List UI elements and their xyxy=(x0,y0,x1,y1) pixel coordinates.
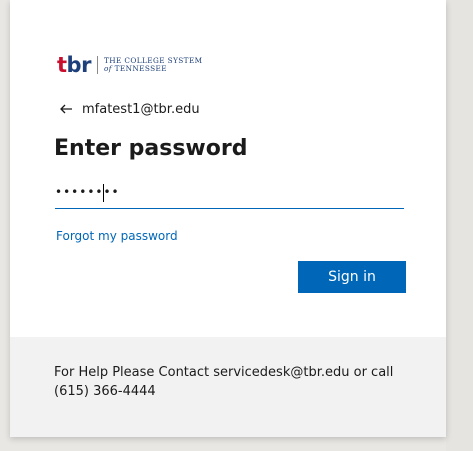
password-field-wrapper xyxy=(55,178,404,209)
help-text: For Help Please Contact servicedesk@tbr.… xyxy=(54,365,394,399)
sign-in-button[interactable]: Sign in xyxy=(298,261,406,293)
arrow-left-icon[interactable] xyxy=(58,101,74,117)
logo-wordmark: tbr xyxy=(57,52,91,77)
text-caret xyxy=(103,184,104,202)
logo-tagline: THE COLLEGE SYSTEM of TENNESSEE xyxy=(104,57,203,72)
page-title: Enter password xyxy=(54,136,248,161)
password-field[interactable] xyxy=(55,178,404,206)
identity-email: mfatest1@tbr.edu xyxy=(82,101,200,117)
help-footer: For Help Please Contact servicedesk@tbr.… xyxy=(10,337,446,437)
logo-divider xyxy=(96,56,98,74)
identity-row: mfatest1@tbr.edu xyxy=(58,101,200,117)
logo-line2: of TENNESSEE xyxy=(103,64,167,73)
tbr-logo: tbr THE COLLEGE SYSTEM of TENNESSEE xyxy=(57,53,203,77)
page-background xyxy=(446,0,473,451)
forgot-password-link[interactable]: Forgot my password xyxy=(56,229,178,243)
sign-in-card: tbr THE COLLEGE SYSTEM of TENNESSEE mfat… xyxy=(10,0,446,437)
